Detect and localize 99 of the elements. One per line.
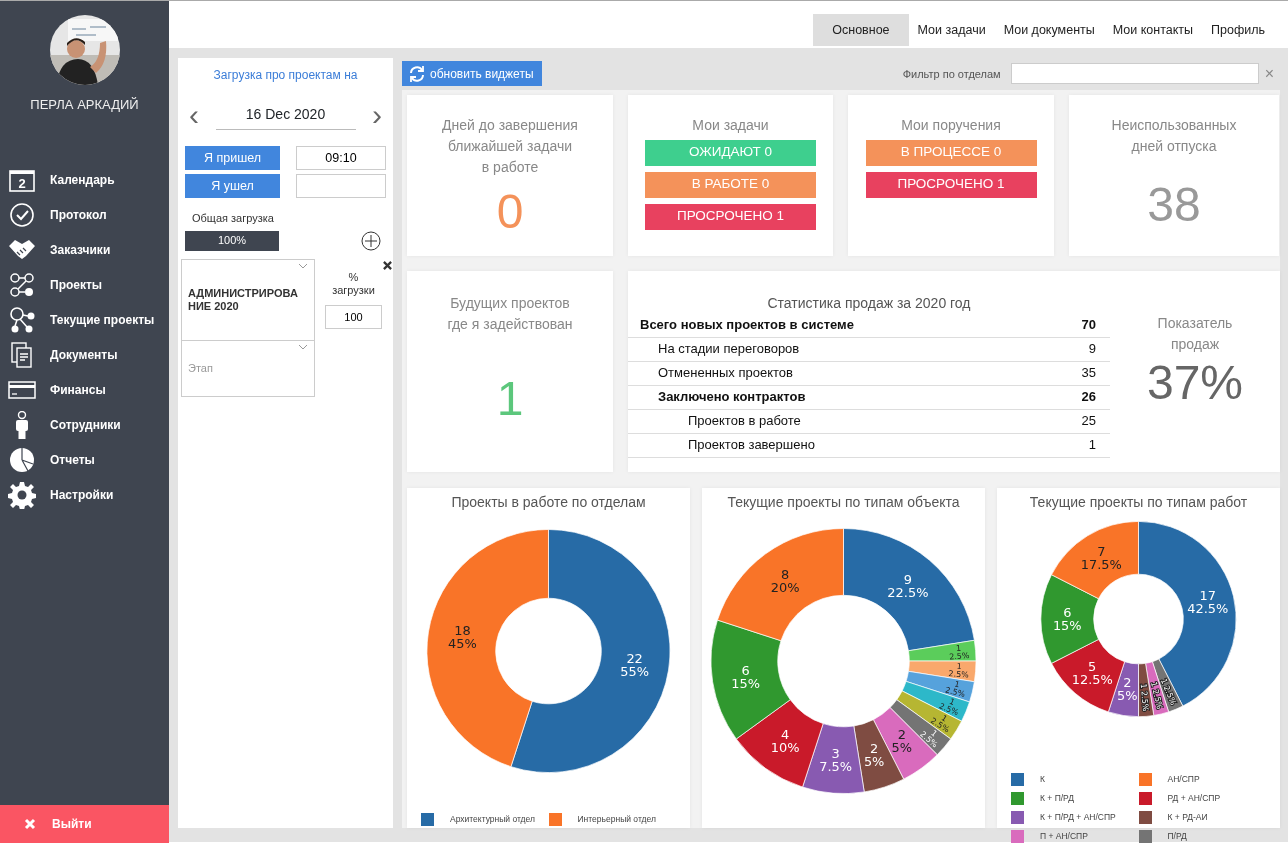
filter-field[interactable]: [1010, 63, 1259, 85]
widget-title: Мои поручения: [900, 115, 1002, 135]
total-label: Общая загрузка: [192, 211, 275, 226]
sidebar-item[interactable]: Протокол: [0, 197, 169, 233]
sidebar-item[interactable]: Текущие проекты: [0, 302, 169, 338]
legend-label: К + П/РД: [1040, 792, 1074, 805]
widget-value: 0: [495, 187, 525, 236]
slice-label: 5 12.5%: [1071, 659, 1113, 688]
legend-label: П/РД: [1167, 830, 1187, 843]
widget-value: 38: [1146, 180, 1202, 229]
slice-label: 6 15%: [731, 662, 760, 691]
sidebar-item[interactable]: Заказчики: [0, 232, 169, 268]
stats-value: 70: [1081, 316, 1096, 335]
stats-title: Статистика продаж за 2020 год: [766, 293, 972, 313]
status-badge: ОЖИДАЮТ 0: [645, 139, 816, 166]
close-icon[interactable]: [383, 260, 392, 270]
time-field[interactable]: 09:10: [296, 146, 386, 170]
slice-label: 17 42.5%: [1187, 588, 1229, 617]
stats-value: 1: [1088, 436, 1096, 455]
stats-value: 25: [1081, 412, 1096, 431]
stats-value: 9: [1088, 340, 1096, 359]
sidebar-item[interactable]: Отчеты: [0, 442, 169, 478]
slice-label: 22 55%: [620, 650, 649, 679]
widget-value: 1: [495, 374, 525, 423]
slice-label: 2 5%: [863, 741, 885, 770]
legend-label: К + П/РД + АН/СПР: [1040, 811, 1116, 824]
stats-value: 26: [1081, 388, 1096, 407]
nodes-icon: [8, 271, 36, 299]
add-icon[interactable]: [361, 230, 381, 251]
arrived-button[interactable]: Я пришел: [185, 146, 280, 170]
caret-icon: [298, 342, 308, 351]
nav-tab[interactable]: Мои контакты: [1103, 14, 1203, 46]
widget-title: Мои задачи: [691, 115, 770, 135]
sidebar-item[interactable]: Проекты: [0, 267, 169, 303]
slice-label: 3 7.5%: [819, 745, 853, 774]
user-name: ПЕРЛА АРКАДИЙ: [29, 96, 140, 114]
sidebar-item[interactable]: 2 Календарь: [0, 162, 169, 198]
legend-label: РД + АН/СПР: [1167, 792, 1221, 805]
slice-label: 9 22.5%: [887, 571, 929, 600]
total-value: 100%: [185, 230, 279, 251]
legend-label: Архитектурный отдел: [450, 813, 535, 826]
stats-label: Проектов завершено: [688, 436, 815, 455]
nav-tab[interactable]: Мои документы: [994, 14, 1104, 46]
percent-field[interactable]: 100: [325, 304, 382, 329]
stats-value: 35: [1081, 364, 1096, 383]
sidebar-item[interactable]: Финансы: [0, 372, 169, 408]
chart-title: Текущие проекты по типам объекта: [726, 493, 961, 512]
legend-label: К: [1040, 773, 1045, 786]
close-icon: [24, 818, 36, 830]
stats-label: Заключено контрактов: [658, 388, 806, 407]
filter-label: Фильтр по отделам: [902, 66, 1001, 82]
project-select[interactable]: АДМИНИСТРИРОВАНИЕ 2020: [181, 258, 315, 341]
slice-label: 18 45%: [448, 623, 477, 652]
nav-tab[interactable]: Мои задачи: [908, 14, 995, 46]
stats-label: Отмененных проектов: [658, 364, 793, 383]
sidebar-item[interactable]: Настройки: [0, 477, 169, 513]
slice-label: 4 10%: [770, 727, 800, 756]
widget-title: Будущих проектов где я задействован: [446, 293, 574, 334]
slice-label: 6 15%: [1052, 605, 1082, 634]
caret-icon: [298, 261, 308, 270]
refresh-icon: [408, 64, 426, 83]
sidebar-item[interactable]: Сотрудники: [0, 407, 169, 443]
next-button[interactable]: ›: [368, 105, 386, 125]
left-button[interactable]: Я ушел: [185, 174, 280, 198]
slice-label: 7 17.5%: [1080, 544, 1122, 573]
status-badge: ПРОСРОЧЕНО 1: [645, 203, 816, 230]
person-icon: [15, 411, 29, 439]
previous-button[interactable]: ‹: [185, 105, 203, 125]
nodes-icon: [8, 306, 36, 334]
settings-icon: [8, 481, 36, 509]
widget-title: Дней до завершения ближайшей задачи в работе: [441, 115, 579, 177]
slice-label: 8 20%: [770, 566, 800, 595]
date-field[interactable]: 16 Dec 2020: [215, 100, 356, 130]
nav-tab[interactable]: Основное: [813, 14, 909, 46]
widget-title: Показатель продаж: [1156, 313, 1234, 354]
legend-label: Интерьерный отдел: [577, 813, 656, 826]
status-badge: ПРОСРОЧЕНО 1: [865, 171, 1037, 198]
sidebar-item[interactable]: Документы: [0, 337, 169, 373]
slice-label: 2 5%: [891, 727, 913, 756]
status-badge: В РАБОТЕ 0: [645, 171, 816, 198]
legend-label: К + РД-АИ: [1167, 811, 1208, 824]
stats-label: На стадии переговоров: [658, 340, 800, 359]
legend-label: АН/СПР: [1167, 773, 1200, 786]
stats-label: Проектов в работе: [688, 412, 801, 431]
percent-label: % загрузки: [331, 270, 376, 297]
panel-title: Загрузка про проектам на: [212, 67, 359, 84]
widget-value: 37%: [1145, 358, 1245, 407]
time-field[interactable]: [296, 174, 386, 198]
nav-tab[interactable]: Профиль: [1202, 14, 1274, 46]
stats-label: Всего новых проектов в системе: [640, 316, 854, 335]
legend-label: П + АН/СПР: [1040, 830, 1088, 843]
chart-title: Текущие проекты по типам работ: [1028, 493, 1249, 512]
check-circle-icon: [8, 201, 36, 229]
pie-chart-icon: [8, 446, 36, 474]
slice-label: 2 5%: [1117, 675, 1138, 704]
widget-title: Неиспользованных дней отпуска: [1110, 115, 1238, 156]
refresh-button[interactable]: обновить виджеты: [402, 61, 542, 87]
status-badge: В ПРОЦЕССЕ 0: [865, 139, 1037, 166]
chart-title: Проекты в работе по отделам: [450, 493, 647, 512]
